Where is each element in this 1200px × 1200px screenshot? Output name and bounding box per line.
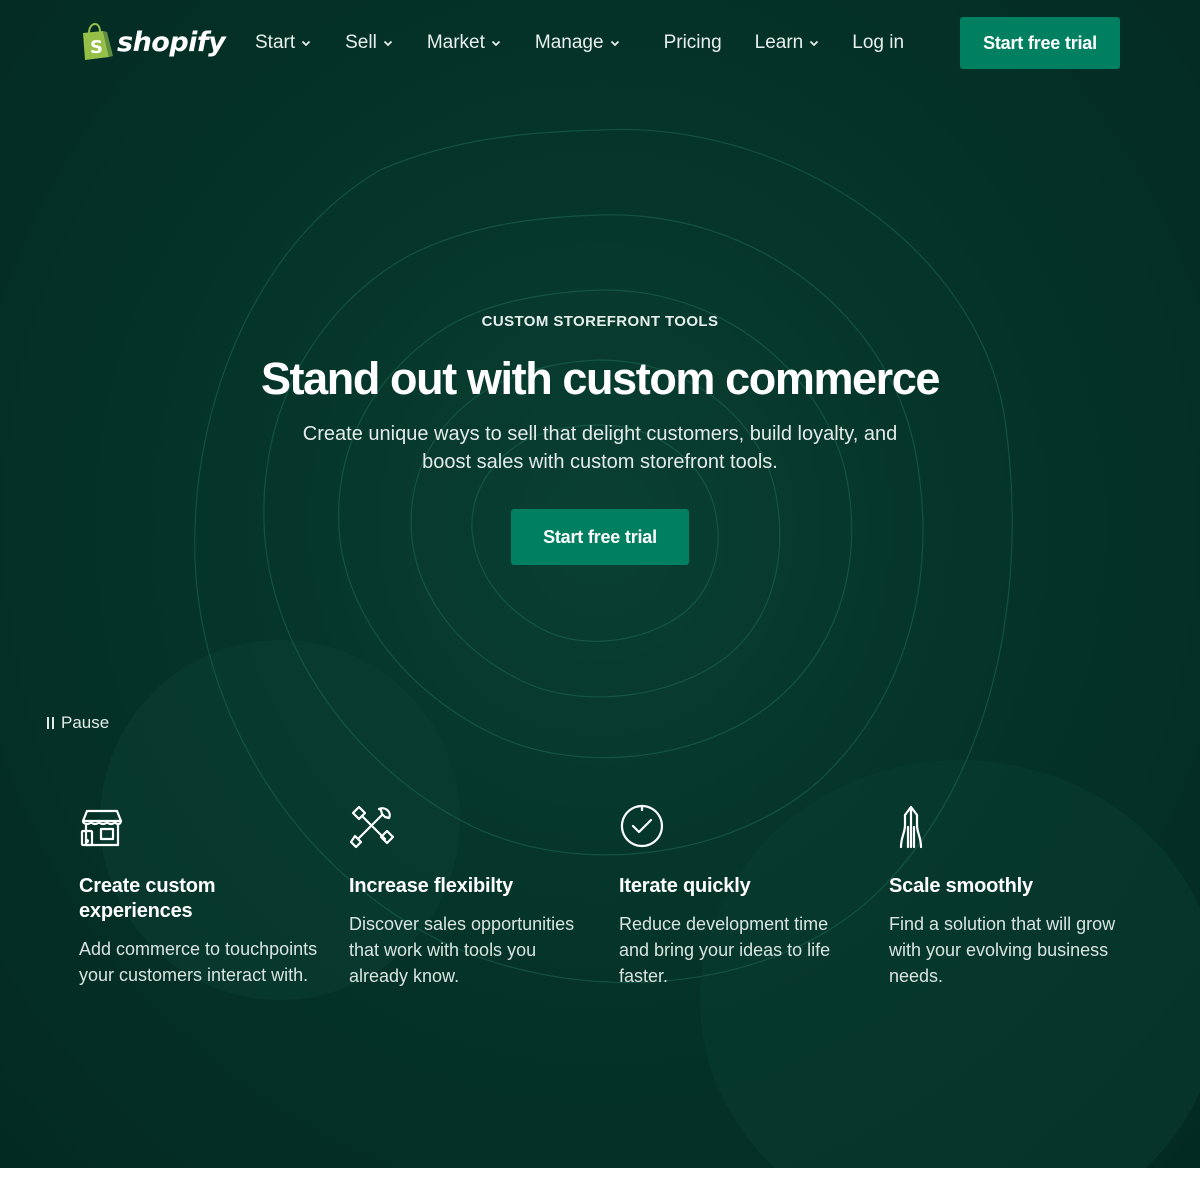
feature-title: Create custom experiences: [79, 875, 216, 922]
nav-item-pricing[interactable]: Pricing: [664, 32, 722, 54]
feature-increase-flexibility: Increase flexibilty Discover sales oppor…: [349, 803, 589, 989]
hero-eyebrow: CUSTOM STOREFRONT TOOLS: [481, 313, 719, 330]
nav-item-label: Pricing: [663, 32, 722, 53]
chevron-down-icon: [301, 40, 311, 47]
hero-subtitle: Create unique ways to sell that delight …: [302, 423, 898, 473]
nav-item-market[interactable]: Market: [427, 32, 501, 54]
nav-item-label: Sell: [345, 32, 377, 53]
nav-item-start[interactable]: Start: [255, 32, 311, 54]
growth-arrows-icon: [899, 805, 923, 849]
chevron-down-icon: [810, 40, 819, 47]
hero-section: S shopify Start Sell Market Manage Prici…: [0, 0, 1200, 1168]
feature-create-custom-experiences: Create custom experiences Add commerce t…: [79, 803, 319, 988]
feature-description: Find a solution that will grow with your…: [889, 914, 1116, 986]
nav-item-login[interactable]: Log in: [852, 32, 904, 54]
nav-item-label: Log in: [852, 32, 905, 53]
tools-icon: [349, 805, 395, 849]
hero-start-free-trial-button[interactable]: Start free trial: [511, 509, 689, 565]
brand-name: shopify: [117, 26, 226, 58]
nav-item-manage[interactable]: Manage: [535, 32, 620, 54]
nav-item-label: Learn: [754, 32, 804, 53]
nav-item-label: Start: [255, 32, 296, 53]
pause-animation-button[interactable]: Pause: [47, 712, 109, 734]
pause-icon: [47, 717, 54, 729]
pause-label: Pause: [61, 713, 110, 732]
chevron-down-icon: [610, 40, 619, 47]
chevron-down-icon: [491, 40, 501, 47]
feature-title: Iterate quickly: [619, 875, 751, 897]
shopping-bag-icon: S: [83, 23, 113, 60]
nav-item-label: Manage: [534, 32, 604, 53]
hero-title: Stand out with custom commerce: [260, 353, 941, 404]
nav-item-sell[interactable]: Sell: [345, 32, 393, 54]
contour-background: [100, 128, 1200, 1168]
feature-description: Reduce development time and bring your i…: [619, 914, 831, 986]
main-nav: Start Sell Market Manage Pricing Learn L…: [255, 28, 904, 58]
feature-title: Increase flexibilty: [349, 875, 514, 897]
nav-item-learn[interactable]: Learn: [755, 32, 820, 54]
feature-iterate-quickly: Iterate quickly Reduce development time …: [619, 803, 859, 989]
nav-item-label: Market: [426, 32, 485, 53]
check-circle-icon: [620, 804, 663, 848]
shopify-logo[interactable]: S shopify: [79, 22, 226, 62]
feature-scale-smoothly: Scale smoothly Find a solution that will…: [889, 803, 1129, 989]
site-header: S shopify Start Sell Market Manage Prici…: [0, 0, 1200, 86]
chevron-down-icon: [383, 40, 392, 47]
feature-description: Discover sales opportunities that work w…: [349, 914, 575, 986]
feature-title: Scale smoothly: [889, 875, 1033, 897]
page-footer-edge: [0, 1168, 1200, 1200]
start-free-trial-button[interactable]: Start free trial: [960, 17, 1120, 69]
storefront-icon: [80, 809, 123, 847]
svg-text:S: S: [90, 37, 103, 58]
feature-description: Add commerce to touchpoints your custome…: [79, 939, 318, 985]
